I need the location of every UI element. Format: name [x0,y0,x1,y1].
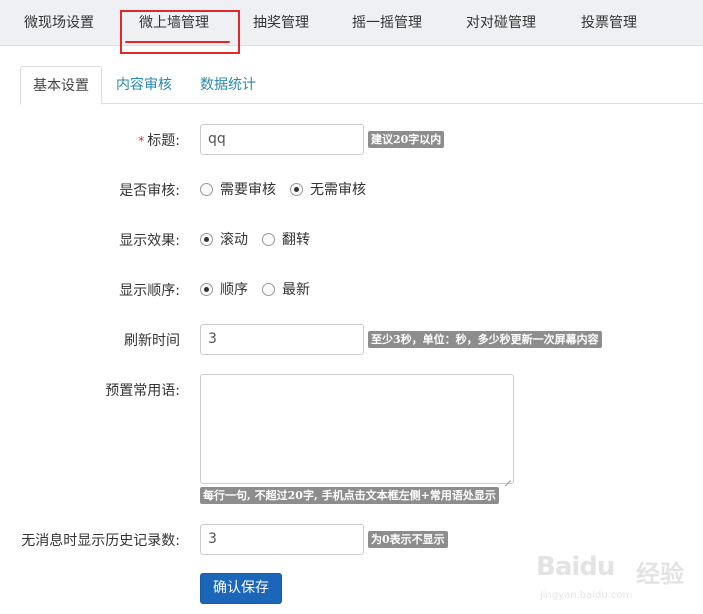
title-input[interactable]: qq [200,124,364,155]
phrases-label: 预置常用语: [105,383,180,399]
effect-radio-group: 滚动 翻转 [200,229,324,249]
required-mark: * [138,134,145,148]
radio-icon [200,182,213,196]
nav-item-vote-management[interactable]: 投票管理 [581,0,637,46]
nav-item-live-settings[interactable]: 微现场设置 [24,0,94,46]
annotation-underline [125,41,230,43]
title-label: * 标题: [138,130,180,150]
phrases-textarea[interactable] [200,374,514,484]
nav-item-shake-management[interactable]: 摇一摇管理 [352,0,422,46]
effect-option-label: 滚动 [220,232,248,248]
watermark-title: 经验 [636,560,684,588]
refresh-hint-badge: 至少3秒，单位：秒，多少秒更新一次屏幕内容 [368,331,602,348]
tab-statistics[interactable]: 数据统计 [200,66,256,104]
review-option-label: 需要审核 [220,182,276,198]
sub-tabs: 基本设置 内容审核 数据统计 [20,66,703,105]
effect-option-scroll[interactable]: 滚动 [200,229,248,249]
order-radio-group: 顺序 最新 [200,279,324,299]
effect-option-flip[interactable]: 翻转 [262,229,310,249]
refresh-label: 刷新时间 [124,333,180,349]
history-label: 无消息时显示历史记录数: [21,533,180,549]
watermark-logo: Baidu [536,552,615,582]
review-option-required[interactable]: 需要审核 [200,179,276,199]
radio-checked-icon [290,182,303,196]
effect-option-label: 翻转 [282,232,310,248]
review-radio-group: 需要审核 无需审核 [200,179,380,199]
tab-basic-settings[interactable]: 基本设置 [20,66,102,105]
effect-label: 显示效果: [119,233,180,249]
history-hint-badge: 为0表示不显示 [368,531,448,548]
nav-item-lottery-management[interactable]: 抽奖管理 [253,0,309,46]
radio-checked-icon [200,282,213,296]
review-option-label: 无需审核 [310,182,366,198]
history-count-input[interactable]: 3 [200,524,364,555]
review-label: 是否审核: [119,183,180,199]
phrases-hint-badge: 每行一句, 不超过20字, 手机点击文本框左侧+常用语处显示 [200,487,499,504]
radio-icon [262,232,275,246]
title-label-text: 标题: [147,133,180,149]
order-option-latest[interactable]: 最新 [262,279,310,299]
baidu-jingyan-watermark: Baidu 经验 jingyan.baidu.com [536,548,703,610]
radio-icon [262,282,275,296]
refresh-time-input[interactable]: 3 [200,324,364,355]
review-option-none[interactable]: 无需审核 [290,179,366,199]
title-hint-badge: 建议20字以内 [368,131,445,148]
order-option-label: 顺序 [220,282,248,298]
order-label: 显示顺序: [119,283,180,299]
watermark-url: jingyan.baidu.com [540,590,633,601]
top-nav: 微现场设置 微上墙管理 抽奖管理 摇一摇管理 对对碰管理 投票管理 [0,0,703,46]
annotation-highlight-box [120,10,240,54]
order-option-sequential[interactable]: 顺序 [200,279,248,299]
save-button[interactable]: 确认保存 [200,573,282,604]
nav-item-match-management[interactable]: 对对碰管理 [466,0,536,46]
order-option-label: 最新 [282,282,310,298]
tab-content-review[interactable]: 内容审核 [116,66,172,104]
resize-handle-icon[interactable] [503,473,511,481]
radio-checked-icon [200,232,213,246]
